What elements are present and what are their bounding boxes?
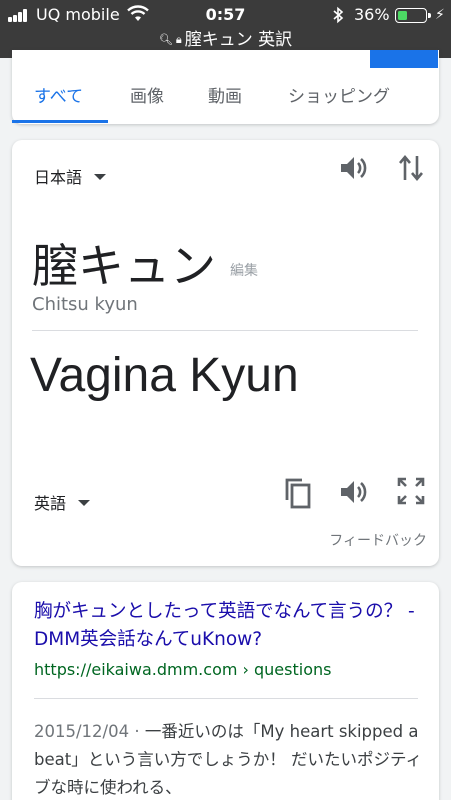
lock-icon: 🔒︎ (175, 33, 182, 46)
bluetooth-icon (333, 6, 344, 24)
result-url[interactable]: https://eikaiwa.dmm.com › questions (34, 660, 331, 679)
divider (32, 330, 418, 331)
battery-percent: 36% (354, 5, 390, 24)
source-language-label: 日本語 (34, 168, 83, 187)
source-language-select[interactable]: 日本語 (34, 164, 107, 188)
charging-icon: ⚡ (435, 7, 445, 23)
tab-images[interactable]: 画像 (130, 82, 164, 107)
source-text: 膣キュン (32, 239, 216, 293)
copy-icon[interactable] (282, 476, 314, 510)
fullscreen-icon[interactable] (396, 476, 426, 506)
swap-icon[interactable] (398, 152, 424, 184)
status-bar: UQ mobile 0:57 36% ⚡ (0, 0, 451, 30)
chevron-down-icon (78, 500, 91, 506)
date-separator: · (129, 722, 145, 741)
active-tab-indicator (12, 120, 108, 123)
address-text: 膣キュン 英訳 (184, 30, 293, 50)
result-date: 2015/12/04 (34, 722, 130, 741)
translated-text: Vagina Kyun (30, 349, 299, 402)
tab-all[interactable]: すべて (34, 82, 83, 107)
target-language-label: 英語 (34, 494, 67, 513)
search-icon: 🔍︎ (158, 33, 173, 46)
result-title-link[interactable]: 胸がキュンとしたって英語でなんて言うの？ - DMM英会話なんてuKnow? (34, 598, 424, 654)
speaker-icon[interactable] (338, 476, 370, 508)
target-language-select[interactable]: 英語 (34, 490, 91, 514)
feedback-link[interactable]: フィードバック (329, 530, 427, 550)
translate-card: 日本語 膣キュン 編集 Chitsu kyun Vagina Kyun 英語 フ… (12, 140, 439, 566)
tab-videos[interactable]: 動画 (208, 82, 242, 107)
edit-link[interactable]: 編集 (230, 260, 258, 280)
romanization: Chitsu kyun (32, 294, 138, 315)
search-button-edge[interactable] (370, 50, 438, 68)
search-result-card: 胸がキュンとしたって英語でなんて言うの？ - DMM英会話なんてuKnow? h… (12, 582, 439, 800)
chevron-down-icon (94, 174, 107, 180)
divider (34, 698, 418, 699)
battery-icon (395, 8, 431, 23)
address-bar[interactable]: 🔍︎ 🔒︎ 膣キュン 英訳 (0, 28, 451, 52)
result-snippet: 2015/12/04 · 一番近いのは「My heart skipped a b… (34, 718, 432, 800)
tab-shopping[interactable]: ショッピング (288, 82, 390, 107)
battery-level-fill (397, 10, 407, 20)
speaker-icon[interactable] (338, 152, 370, 184)
